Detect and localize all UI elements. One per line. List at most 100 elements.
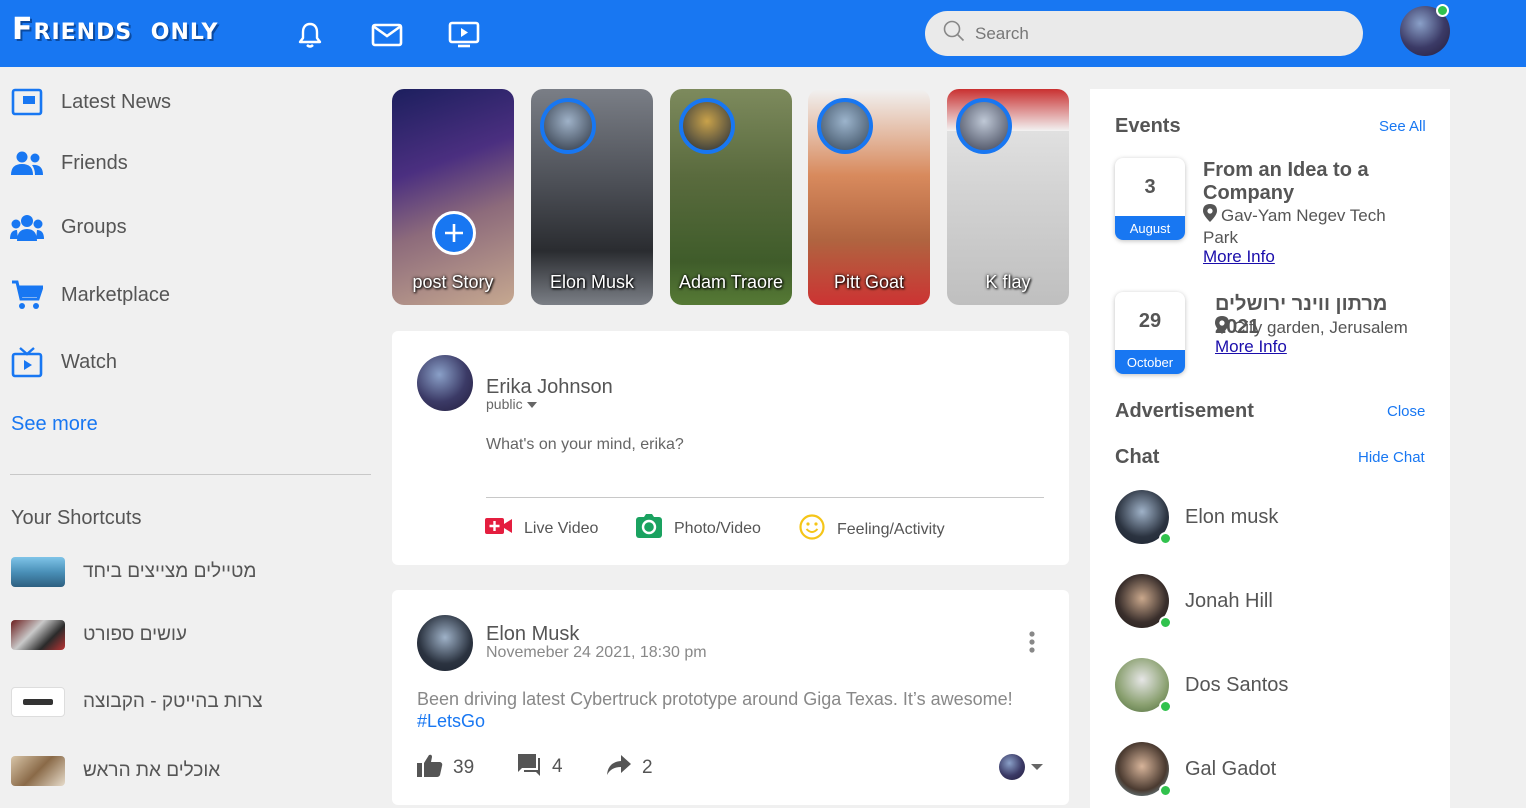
shortcut-thumbnail [11,756,65,786]
post-author-avatar[interactable] [417,615,473,671]
story-name: Pitt Goat [833,272,905,292]
shortcut-item[interactable]: מטיילים מצייצים ביחד [11,557,256,587]
sidebar-item-label: Watch [61,350,117,373]
friends-icon [10,146,44,180]
contact-avatar [1115,574,1172,629]
sidebar-item-friends[interactable]: Friends [10,146,128,180]
chat-contact[interactable]: Gal Gadot [1115,742,1277,797]
events-see-all-link[interactable]: See All [1379,118,1426,135]
contact-name: Jonah Hill [1185,589,1273,612]
privacy-selector[interactable]: public [486,396,537,412]
advertisement-close-link[interactable]: Close [1387,403,1425,420]
audience-selector[interactable] [999,754,1043,780]
audience-avatar [999,754,1025,780]
online-status-dot [1159,700,1172,713]
composer-avatar[interactable] [417,355,473,411]
like-button[interactable]: 39 [417,753,474,782]
sidebar-item-latest-news[interactable]: Latest News [10,85,171,119]
sidebar-item-label: Latest News [61,90,172,113]
story-name: K flay [985,272,1031,292]
story-card[interactable]: Elon Musk [531,89,653,305]
notifications-bell-icon[interactable] [293,18,327,52]
search-input[interactable] [975,23,1335,44]
story-card[interactable]: K flay [947,89,1069,305]
event-month: August [1115,216,1185,240]
story-avatar-ring [679,98,735,154]
online-status-dot [1159,532,1172,545]
event-title: From an Idea to a Company [1203,159,1369,204]
feed-post: Elon Musk Novemeber 24 2021, 18:30 pm Be… [392,590,1069,805]
logo-letter: F [12,12,34,47]
composer-input[interactable]: What's on your mind, erika? [486,436,684,454]
chat-contact[interactable]: Dos Santos [1115,658,1289,713]
shortcut-thumbnail [11,557,65,587]
sidebar-item-label: Marketplace [61,283,170,306]
online-status-dot [1436,4,1449,17]
photo-video-label: Photo/Video [674,519,761,537]
top-bar: FRIENDS ONLY [0,0,1526,67]
live-video-label: Live Video [524,519,599,537]
contact-name: Dos Santos [1185,673,1289,696]
event-more-info-link[interactable]: More Info [1215,337,1287,357]
story-card[interactable]: Adam Traore [670,89,792,305]
event-location: Gav-Yam Negev Tech Park [1203,204,1386,247]
hide-chat-link[interactable]: Hide Chat [1358,449,1425,466]
sidebar-item-marketplace[interactable]: Marketplace [10,278,170,312]
comment-count: 4 [552,755,563,777]
live-video-icon [485,516,512,541]
chat-contact[interactable]: Elon musk [1115,490,1278,545]
story-avatar-ring [817,98,873,154]
contact-avatar [1115,490,1172,545]
camera-icon [636,514,662,543]
privacy-label: public [486,396,523,412]
add-story-plus-icon[interactable] [432,211,476,255]
logo[interactable]: FRIENDS ONLY [12,12,218,47]
event-location: City garden, Jerusalem [1215,316,1408,339]
shortcut-thumbnail [11,687,65,717]
comment-icon [516,752,542,781]
sidebar-item-groups[interactable]: Groups [10,210,127,244]
chat-contact[interactable]: Jonah Hill [1115,574,1273,629]
shortcut-item[interactable]: עושים ספורט [11,620,187,650]
tv-icon [10,345,44,379]
watch-video-icon[interactable] [447,18,481,52]
search-box[interactable] [925,11,1363,56]
event-day: 29 [1138,309,1162,332]
photo-video-button[interactable]: Photo/Video [636,514,761,543]
story-name: Adam Traore [678,272,784,292]
shortcut-label: צרות בהייטק - הקבוצה [83,691,263,712]
logo-text-only: ONLY [150,20,219,45]
advertisement-title: Advertisement [1115,400,1254,422]
story-card-post[interactable]: post Story [392,89,514,305]
chat-title: Chat [1115,446,1160,468]
story-card[interactable]: Pitt Goat [808,89,930,305]
sidebar-divider [10,474,371,475]
comment-button[interactable]: 4 [516,752,563,781]
contact-name: Gal Gadot [1185,757,1277,780]
shortcut-item[interactable]: צרות בהייטק - הקבוצה [11,687,263,717]
share-button[interactable]: 2 [606,754,653,781]
caret-down-icon [1031,758,1043,776]
share-count: 2 [642,756,653,778]
live-video-button[interactable]: Live Video [485,516,598,541]
story-name: post Story [412,272,494,292]
messages-mail-icon[interactable] [370,18,404,52]
contact-avatar [1115,658,1172,713]
caret-down-icon [526,396,537,412]
feeling-activity-button[interactable]: Feeling/Activity [799,514,945,545]
thumbs-up-icon [417,753,443,782]
event-day: 3 [1144,175,1156,198]
sidebar-item-label: Groups [61,215,127,238]
events-title: Events [1115,115,1181,137]
event-more-info-link[interactable]: More Info [1203,247,1275,267]
shortcut-thumbnail [11,620,65,650]
story-avatar-ring [956,98,1012,154]
post-author-name[interactable]: Elon Musk [486,623,579,646]
more-options-icon[interactable] [1028,630,1036,659]
story-name: Elon Musk [549,272,635,292]
smiley-icon [799,514,825,545]
post-hashtag[interactable]: #LetsGo [417,711,485,732]
see-more-link[interactable]: See more [11,413,98,436]
shortcut-item[interactable]: אוכלים את הראש [11,756,220,786]
sidebar-item-watch[interactable]: Watch [10,345,117,379]
